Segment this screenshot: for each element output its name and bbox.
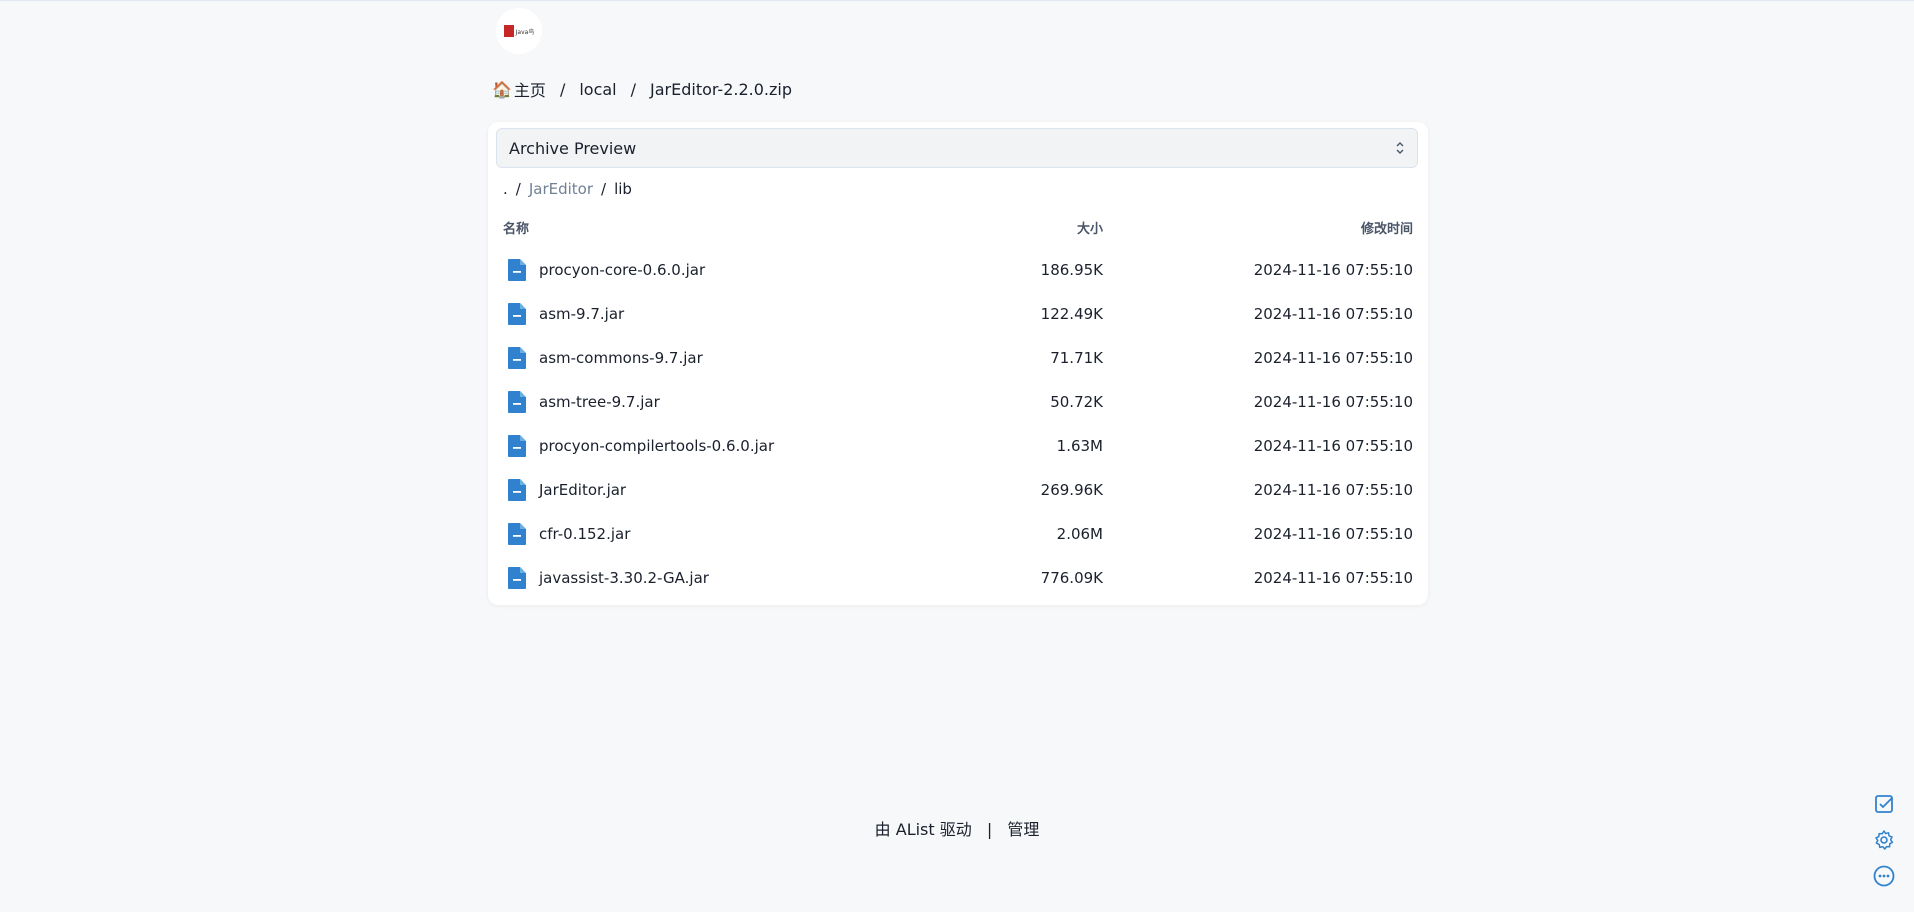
breadcrumb-separator: /	[559, 79, 566, 99]
file-modified: 2024-11-16 07:55:10	[1253, 437, 1413, 455]
file-size: 269.96K	[1040, 481, 1103, 499]
file-size: 50.72K	[1050, 393, 1103, 411]
logo-cup-icon	[503, 25, 514, 37]
column-header-size[interactable]: 大小	[1077, 218, 1103, 237]
breadcrumb-home[interactable]: 🏠 主页	[492, 77, 546, 101]
file-icon	[507, 302, 527, 326]
file-modified: 2024-11-16 07:55:10	[1253, 481, 1413, 499]
chevron-updown-icon	[1395, 141, 1405, 155]
breadcrumb: 🏠 主页 / local / JarEditor-2.2.0.zip	[492, 77, 792, 101]
table-row[interactable]: JarEditor.jar 269.96K 2024-11-16 07:55:10	[503, 468, 1413, 512]
file-name[interactable]: asm-tree-9.7.jar	[539, 393, 660, 411]
table-row[interactable]: asm-9.7.jar 122.49K 2024-11-16 07:55:10	[503, 292, 1413, 336]
file-size: 186.95K	[1040, 261, 1103, 279]
more-icon[interactable]	[1872, 864, 1896, 888]
file-size: 122.49K	[1040, 305, 1103, 323]
file-size: 71.71K	[1050, 349, 1103, 367]
file-size: 2.06M	[1056, 525, 1103, 543]
footer-powered-by-link[interactable]: 由 AList 驱动	[875, 820, 972, 839]
footer-manage-link[interactable]: 管理	[1007, 820, 1039, 839]
archive-path-item-jareditor[interactable]: JarEditor	[529, 180, 593, 198]
file-name[interactable]: procyon-compilertools-0.6.0.jar	[539, 437, 774, 455]
footer-separator: |	[986, 820, 993, 839]
file-icon	[507, 258, 527, 282]
side-toolbar	[1872, 792, 1898, 900]
file-modified: 2024-11-16 07:55:10	[1253, 349, 1413, 367]
file-icon	[507, 478, 527, 502]
table-header: 名称 大小 修改时间	[503, 218, 1413, 238]
archive-path-separator: /	[515, 180, 521, 198]
site-logo[interactable]: Java鸟	[496, 8, 542, 54]
table-row[interactable]: procyon-compilertools-0.6.0.jar 1.63M 2024…	[503, 424, 1413, 468]
checkbox-icon[interactable]	[1872, 792, 1896, 816]
column-header-modified[interactable]: 修改时间	[1361, 218, 1413, 237]
file-modified: 2024-11-16 07:55:10	[1253, 305, 1413, 323]
archive-path-root[interactable]: .	[503, 180, 508, 198]
file-icon	[507, 346, 527, 370]
file-size: 776.09K	[1040, 569, 1103, 587]
footer: 由 AList 驱动 | 管理	[0, 816, 1914, 840]
table-row[interactable]: cfr-0.152.jar 2.06M 2024-11-16 07:55:10	[503, 512, 1413, 556]
archive-path-item-lib: lib	[614, 180, 632, 198]
file-modified: 2024-11-16 07:55:10	[1253, 393, 1413, 411]
logo-mark: Java鸟	[503, 25, 535, 37]
breadcrumb-item-local[interactable]: local	[579, 80, 616, 99]
file-size: 1.63M	[1056, 437, 1103, 455]
breadcrumb-item-zip[interactable]: JarEditor-2.2.0.zip	[650, 80, 792, 99]
preview-select[interactable]: Archive Preview	[496, 128, 1418, 168]
gear-icon[interactable]	[1872, 828, 1896, 852]
file-name[interactable]: asm-commons-9.7.jar	[539, 349, 703, 367]
file-icon	[507, 522, 527, 546]
archive-card: Archive Preview . / JarEditor / lib 名称 大…	[488, 122, 1428, 605]
table-row[interactable]: javassist-3.30.2-GA.jar 776.09K 2024-11-16…	[503, 556, 1413, 600]
file-modified: 2024-11-16 07:55:10	[1253, 525, 1413, 543]
file-name[interactable]: asm-9.7.jar	[539, 305, 624, 323]
archive-path-separator: /	[601, 180, 607, 198]
file-modified: 2024-11-16 07:55:10	[1253, 569, 1413, 587]
table-row[interactable]: asm-commons-9.7.jar 71.71K 2024-11-16 07:5…	[503, 336, 1413, 380]
file-name[interactable]: cfr-0.152.jar	[539, 525, 630, 543]
preview-select-value: Archive Preview	[509, 138, 637, 158]
house-icon: 🏠	[492, 79, 512, 99]
column-header-name[interactable]: 名称	[503, 218, 529, 237]
breadcrumb-home-label: 主页	[513, 81, 546, 100]
file-name[interactable]: JarEditor.jar	[539, 481, 626, 499]
file-name[interactable]: procyon-core-0.6.0.jar	[539, 261, 705, 279]
breadcrumb-separator: /	[630, 79, 636, 99]
table-row[interactable]: asm-tree-9.7.jar 50.72K 2024-11-16 07:55:1…	[503, 380, 1413, 424]
top-divider	[0, 0, 1914, 1]
archive-path: . / JarEditor / lib	[503, 178, 632, 200]
table-row[interactable]: procyon-core-0.6.0.jar 186.95K 2024-11-16 …	[503, 248, 1413, 292]
file-modified: 2024-11-16 07:55:10	[1253, 261, 1413, 279]
file-name[interactable]: javassist-3.30.2-GA.jar	[539, 569, 709, 587]
file-list: procyon-core-0.6.0.jar 186.95K 2024-11-16 …	[503, 248, 1413, 600]
logo-text: Java鸟	[515, 28, 535, 36]
file-icon	[507, 434, 527, 458]
file-icon	[507, 390, 527, 414]
file-icon	[507, 566, 527, 590]
